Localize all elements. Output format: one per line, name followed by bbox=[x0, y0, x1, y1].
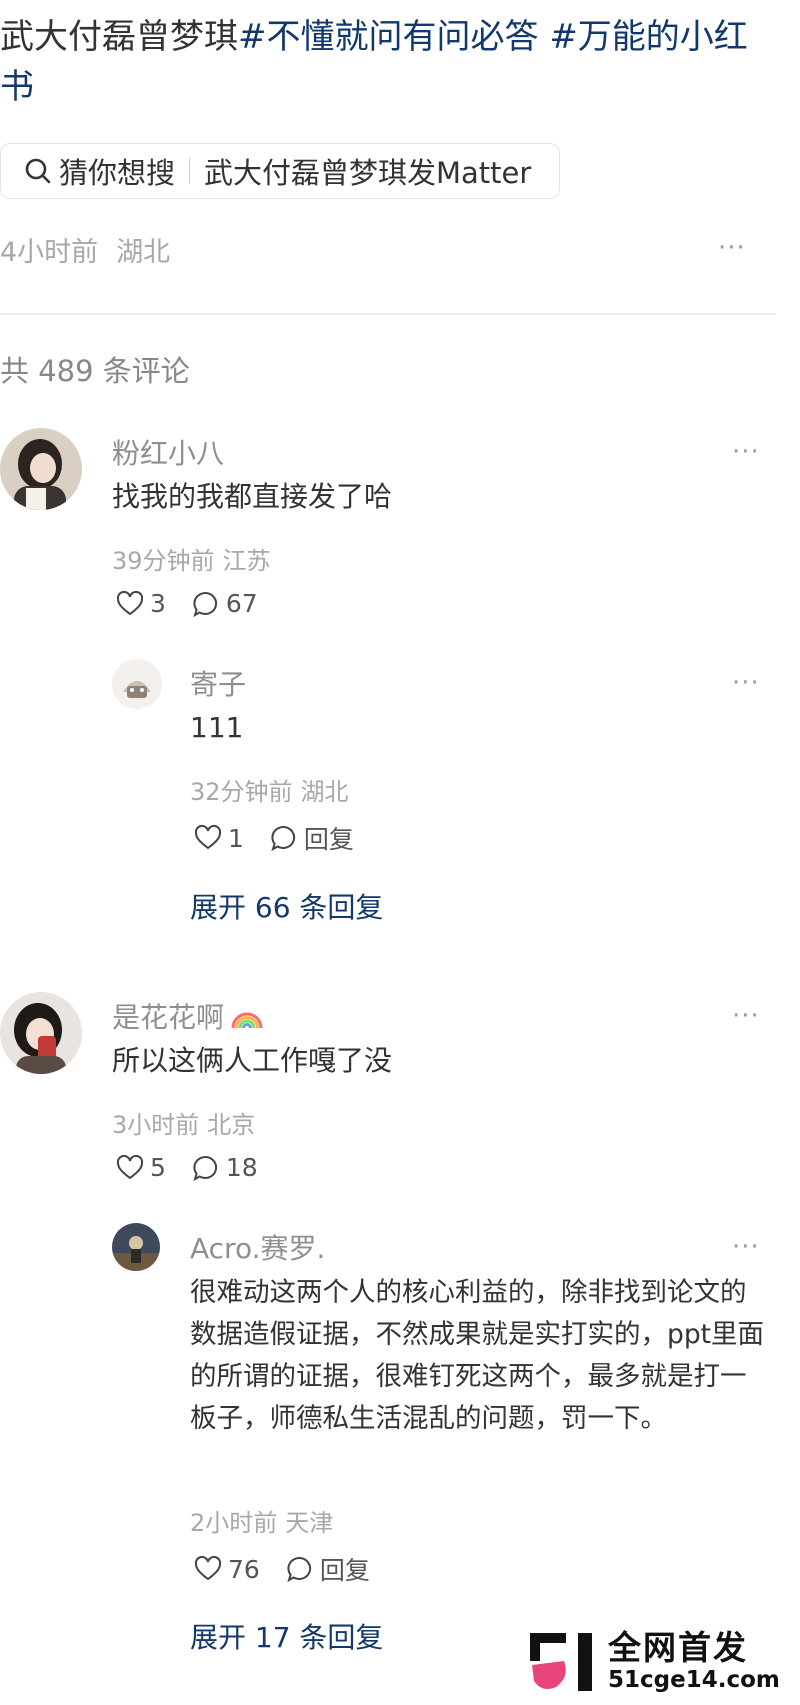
search-icon bbox=[25, 158, 51, 184]
comment-bubble-icon bbox=[193, 591, 217, 617]
reply-meta: 2小时前 天津 bbox=[190, 1503, 333, 1538]
expand-replies-link[interactable]: 展开 66 条回复 bbox=[190, 886, 383, 926]
reply-button[interactable]: 67 bbox=[192, 589, 258, 618]
search-chip-query: 武大付磊曾梦琪发Matter bbox=[204, 156, 532, 190]
watermark-title: 全网首发 bbox=[608, 1628, 748, 1667]
watermark: 全网首发 51cge14.com bbox=[530, 1622, 800, 1702]
like-count: 1 bbox=[228, 823, 244, 853]
like-button[interactable]: 3 bbox=[116, 589, 166, 618]
comment-time: 39分钟前 bbox=[112, 547, 215, 575]
like-button[interactable]: 1 bbox=[194, 824, 244, 853]
comment-text: 所以这俩人工作嘎了没 bbox=[112, 1044, 393, 1077]
search-chip-label: 猜你想搜 bbox=[59, 156, 176, 190]
site-logo-icon bbox=[530, 1633, 592, 1691]
like-count: 5 bbox=[150, 1153, 166, 1182]
search-suggestion-chip[interactable]: 猜你想搜 武大付磊曾梦琪发Matter bbox=[0, 143, 560, 199]
reply-label: 回复 bbox=[303, 825, 354, 854]
reply-more-icon[interactable]: ··· bbox=[732, 670, 760, 696]
reply-button[interactable]: 回复 bbox=[286, 1551, 370, 1587]
reply-location: 湖北 bbox=[300, 778, 349, 806]
hashtag-link[interactable]: #不懂就问有问必答 bbox=[238, 17, 539, 57]
comment-count: 共 489 条评论 bbox=[0, 354, 190, 388]
comment-bubble-icon bbox=[287, 1557, 311, 1583]
heart-icon bbox=[116, 1154, 144, 1179]
reply-time: 32分钟前 bbox=[190, 778, 293, 806]
like-count: 3 bbox=[150, 589, 166, 618]
watermark-url: 51cge14.com bbox=[608, 1667, 780, 1693]
expand-replies-link[interactable]: 展开 17 条回复 bbox=[190, 1616, 383, 1656]
post-text: 武大付磊曾梦琪#不懂就问有问必答 #万能的小红书 bbox=[0, 12, 760, 112]
comment-bubble-icon bbox=[193, 1155, 217, 1181]
comment-location: 江苏 bbox=[222, 547, 271, 575]
heart-icon bbox=[194, 1555, 222, 1581]
rainbow-icon bbox=[231, 1012, 263, 1029]
comment-bubble-icon bbox=[271, 826, 295, 852]
comment-more-icon[interactable]: ··· bbox=[732, 439, 760, 465]
avatar[interactable] bbox=[112, 1223, 160, 1271]
comment-more-icon[interactable]: ··· bbox=[732, 1003, 760, 1029]
reply-button[interactable]: 18 bbox=[192, 1153, 258, 1182]
comment-username[interactable]: 是花花啊 bbox=[112, 996, 264, 1036]
post-more-icon[interactable]: ··· bbox=[718, 235, 746, 261]
avatar[interactable] bbox=[0, 992, 82, 1074]
post-meta: 4小时前 湖北 bbox=[0, 230, 170, 269]
reply-meta: 32分钟前 湖北 bbox=[190, 772, 349, 807]
comment-meta: 3小时前 北京 bbox=[112, 1105, 255, 1140]
reply-actions: 1 回复 bbox=[194, 820, 354, 856]
reply-count: 18 bbox=[225, 1153, 258, 1182]
reply-label: 回复 bbox=[319, 1556, 370, 1585]
comment-actions: 5 18 bbox=[116, 1153, 258, 1182]
heart-icon bbox=[116, 590, 144, 615]
comment-username[interactable]: 粉红小八 bbox=[112, 432, 224, 472]
reply-button[interactable]: 回复 bbox=[270, 820, 354, 856]
reply-more-icon[interactable]: ··· bbox=[732, 1234, 760, 1260]
like-button[interactable]: 5 bbox=[116, 1153, 166, 1182]
reply-time: 2小时前 bbox=[190, 1509, 278, 1537]
chip-divider bbox=[189, 158, 191, 184]
comment-meta: 39分钟前 江苏 bbox=[112, 541, 271, 576]
reply-location: 天津 bbox=[285, 1509, 334, 1537]
post-title: 武大付磊曾梦琪 bbox=[0, 17, 238, 57]
heart-icon bbox=[194, 824, 222, 850]
comment-actions: 3 67 bbox=[116, 589, 258, 618]
comment-location: 北京 bbox=[207, 1111, 256, 1139]
watermark-text: 全网首发 51cge14.com bbox=[608, 1630, 780, 1694]
reply-text: 111 bbox=[190, 711, 244, 744]
post-location: 湖北 bbox=[116, 237, 171, 268]
reply-actions: 76 回复 bbox=[194, 1551, 370, 1587]
reply-username[interactable]: 寄子 bbox=[190, 663, 246, 703]
divider bbox=[0, 313, 776, 315]
comment-text: 找我的我都直接发了哈 bbox=[112, 480, 393, 513]
reply-count: 67 bbox=[225, 589, 258, 618]
avatar[interactable] bbox=[112, 659, 162, 709]
like-button[interactable]: 76 bbox=[194, 1555, 260, 1584]
post-time: 4小时前 bbox=[0, 237, 99, 268]
reply-text: 很难动这两个人的核心利益的，除非找到论文的数据造假证据，不然成果就是实打实的，p… bbox=[190, 1277, 765, 1434]
comment-time: 3小时前 bbox=[112, 1111, 200, 1139]
avatar[interactable] bbox=[0, 428, 82, 510]
like-count: 76 bbox=[228, 1554, 260, 1584]
reply-username[interactable]: Acro.赛罗. bbox=[190, 1227, 325, 1267]
